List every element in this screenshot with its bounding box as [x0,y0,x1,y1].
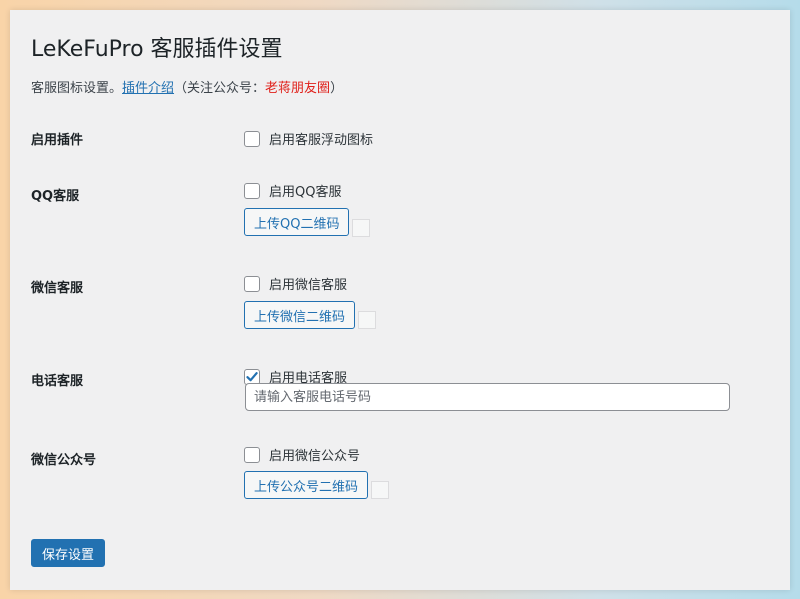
checkmark-icon [246,371,258,381]
enable-official-account-checkbox-label: 启用微信公众号 [269,449,361,464]
enable-plugin-checkbox[interactable] [244,130,260,147]
enable-wechat-option[interactable]: 启用微信客服 [244,274,347,293]
enable-qq-checkbox[interactable] [244,182,260,199]
wechat-qrcode-thumbnail [358,311,376,329]
label-official-account: 微信公众号 [31,453,97,468]
enable-qq-option[interactable]: 启用QQ客服 [244,181,341,200]
page-description: 客服图标设置。插件介绍（关注公众号：老蒋朋友圈） [31,77,343,96]
enable-plugin-option[interactable]: 启用客服浮动图标 [244,129,373,148]
upload-wechat-qrcode-button[interactable]: 上传微信二维码 [244,301,356,329]
label-enable-plugin: 启用插件 [31,133,84,148]
phone-number-input[interactable] [245,383,730,411]
save-settings-button[interactable]: 保存设置 [31,539,106,567]
official-account-qrcode-thumbnail [371,481,389,499]
official-account-name: 老蒋朋友圈 [265,81,331,96]
label-phone-service: 电话客服 [31,374,84,389]
enable-wechat-checkbox[interactable] [244,275,260,292]
enable-qq-checkbox-label: 启用QQ客服 [269,185,342,200]
plugin-intro-link[interactable]: 插件介绍 [122,81,174,96]
enable-plugin-checkbox-label: 启用客服浮动图标 [269,133,374,148]
description-suffix: ） [330,81,344,96]
qq-qrcode-thumbnail [352,219,370,237]
enable-official-account-option[interactable]: 启用微信公众号 [244,445,360,464]
enable-official-account-checkbox[interactable] [244,446,260,463]
label-qq-service: QQ客服 [31,189,80,204]
settings-panel: LeKeFuPro 客服插件设置 客服图标设置。插件介绍（关注公众号：老蒋朋友圈… [10,10,790,590]
upload-official-account-qrcode-button[interactable]: 上传公众号二维码 [244,471,369,499]
upload-qq-qrcode-button[interactable]: 上传QQ二维码 [244,208,350,236]
description-prefix: 客服图标设置。 [31,81,123,96]
page-title: LeKeFuPro 客服插件设置 [31,37,283,62]
label-wechat-service: 微信客服 [31,281,84,296]
description-middle: （关注公众号： [174,81,266,96]
enable-wechat-checkbox-label: 启用微信客服 [269,278,348,293]
